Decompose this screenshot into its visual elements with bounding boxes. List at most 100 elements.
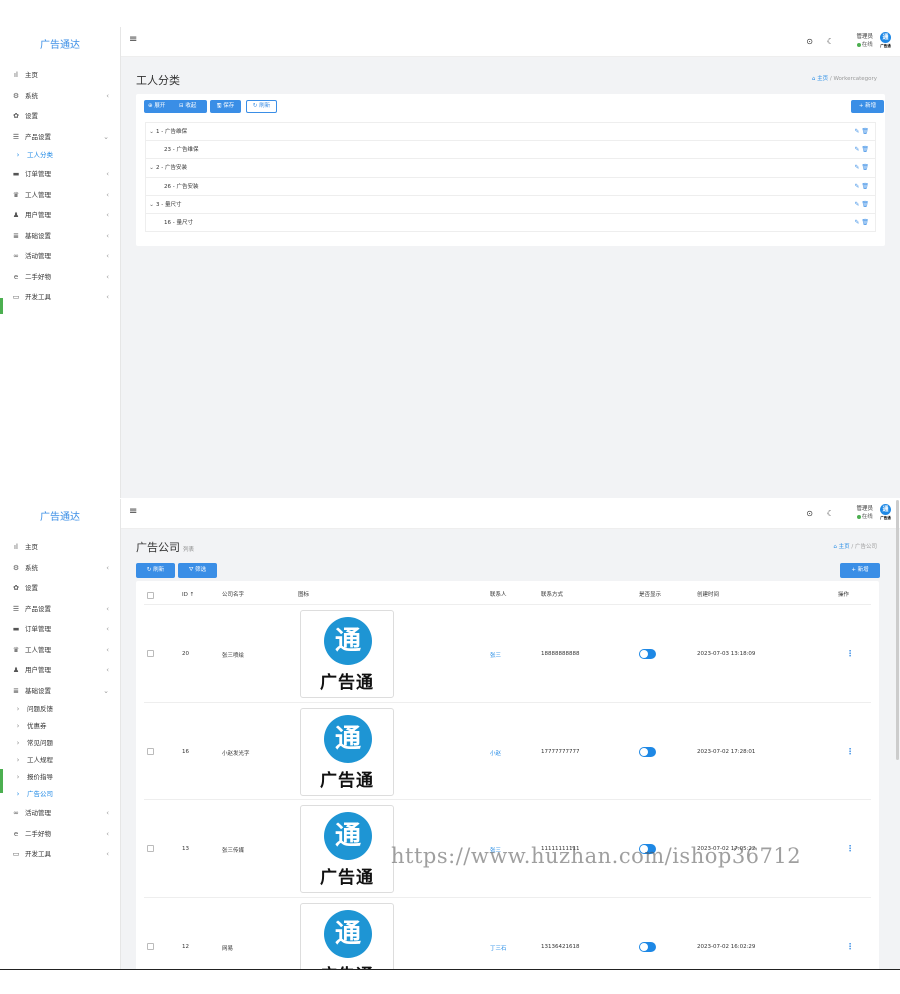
row-actions-icon[interactable]: ✎ 🗑 <box>854 178 869 196</box>
tree-row[interactable]: ⌄ 3 - 量尺寸 ✎ 🗑 <box>146 196 875 214</box>
tree-name: 量尺寸 <box>164 201 182 208</box>
show-toggle[interactable] <box>639 941 656 952</box>
menu-toggle-icon[interactable]: ≡ <box>129 34 137 45</box>
brand-title[interactable]: 广告通达 <box>0 27 120 65</box>
row-actions-icon[interactable]: ✎ 🗑 <box>854 214 869 232</box>
tree-row[interactable]: 23 - 广告维保 ✎ 🗑 <box>146 141 875 160</box>
sidebar-item-menu2-0[interactable]: ∞ 活动管理 ‹ <box>0 803 120 824</box>
row-actions-icon[interactable]: ✎ 🗑 <box>854 159 869 177</box>
menu-icon: e <box>13 829 19 838</box>
expand-toggle-icon[interactable]: ⌄ <box>147 159 156 177</box>
menu-icon: ıl <box>14 71 18 79</box>
help-icon[interactable]: ⊙ <box>806 37 813 46</box>
brand-title[interactable]: 广告通达 <box>0 499 120 537</box>
sidebar-item-menu2-6[interactable]: ▭ 开发工具 ‹ <box>0 287 120 308</box>
menu-icon: ▭ <box>12 293 20 301</box>
sidebar-item-menu2-4[interactable]: ∞ 活动管理 ‹ <box>0 246 120 267</box>
more-actions-icon[interactable]: ⋮ <box>846 747 854 756</box>
tree-row[interactable]: 16 - 量尺寸 ✎ 🗑 <box>146 214 875 233</box>
sidebar-item-menu-4[interactable]: ▬ 订单管理 ‹ <box>0 619 120 640</box>
tree-row[interactable]: ⌄ 2 - 广告安装 ✎ 🗑 <box>146 159 875 178</box>
expand-toggle-icon[interactable]: ⌄ <box>147 123 156 141</box>
sidebar-item-menu-0[interactable]: ıl 主页 <box>0 65 120 86</box>
logo-text: 广告通 <box>320 770 374 791</box>
expand-button[interactable]: ⊕ 展开 <box>148 100 165 113</box>
avatar[interactable]: 通 广告通 <box>878 32 893 51</box>
user-info[interactable]: 管理员 在线 <box>856 33 873 49</box>
avatar[interactable]: 通 广告通 <box>878 504 893 523</box>
chevron-icon: ‹ <box>106 666 109 674</box>
sidebar-item-menu2-5[interactable]: e 二手好物 ‹ <box>0 267 120 288</box>
cell-phone: 17777777777 <box>541 748 580 755</box>
sidebar-item-menu-1[interactable]: ⚙ 系统 ‹ <box>0 86 120 107</box>
sidebar-item-menu-7[interactable]: ≣ 基础设置 ⌄ <box>0 681 120 702</box>
row-actions-icon[interactable]: ✎ 🗑 <box>854 123 869 141</box>
chevron-icon: ‹ <box>106 563 109 572</box>
submenu-item-3[interactable]: › 工人规程 <box>0 752 120 769</box>
sidebar-item-menu-5[interactable]: ♛ 工人管理 ‹ <box>0 640 120 661</box>
show-toggle[interactable] <box>639 746 656 757</box>
add-button[interactable]: + 新增 <box>840 563 880 578</box>
sidebar-item-menu-3[interactable]: ☰ 产品设置 ⌄ <box>0 127 120 148</box>
sidebar-item-menu2-1[interactable]: e 二手好物 ‹ <box>0 824 120 845</box>
sidebar-item-menu-2[interactable]: ✿ 设置 <box>0 106 120 127</box>
refresh-button[interactable]: ↻ 刷新 <box>246 100 277 113</box>
sidebar-item-menu-2[interactable]: ✿ 设置 <box>0 578 120 599</box>
select-all-checkbox[interactable] <box>147 592 154 599</box>
save-button[interactable]: 🖫 保存 <box>210 100 241 113</box>
submenu-item-0[interactable]: › 工人分类 <box>0 147 120 164</box>
sidebar-item-label: 二手好物 <box>25 272 51 281</box>
row-checkbox[interactable] <box>147 747 154 755</box>
cell-created: 2023-07-02 16:02:29 <box>697 943 756 950</box>
submenu-item-4[interactable]: › 报价指导 <box>0 769 120 786</box>
sidebar-item-menu2-2[interactable]: ▭ 开发工具 ‹ <box>0 844 120 865</box>
sidebar-item-menu-1[interactable]: ⚙ 系统 ‹ <box>0 558 120 579</box>
sidebar-item-label: 开发工具 <box>25 850 51 858</box>
submenu-item-5[interactable]: › 广告公司 <box>0 786 120 803</box>
collapse-button[interactable]: ⊟ 收起 <box>179 100 196 113</box>
table-row: 16 小赵发光字 小赵 17777777777 2023-07-02 17:28:01 通… <box>144 701 871 800</box>
sidebar-item-menu-6[interactable]: ♟ 用户管理 ‹ <box>0 660 120 681</box>
row-checkbox[interactable] <box>147 942 154 950</box>
breadcrumb-home[interactable]: ⌂ 主页 <box>833 544 849 550</box>
sidebar-item-menu2-3[interactable]: ≣ 基础设置 ‹ <box>0 226 120 247</box>
submenu-item-0[interactable]: › 问题反馈 <box>0 701 120 718</box>
sidebar-item-menu2-1[interactable]: ♛ 工人管理 ‹ <box>0 185 120 206</box>
tree-row[interactable]: ⌄ 1 - 广告维保 ✎ 🗑 <box>146 123 875 142</box>
scrollbar[interactable] <box>896 500 899 760</box>
add-button[interactable]: + 新增 <box>851 100 884 113</box>
tree-row[interactable]: 26 - 广告安装 ✎ 🗑 <box>146 178 875 196</box>
show-toggle[interactable] <box>639 649 656 659</box>
row-actions-icon[interactable]: ✎ 🗑 <box>854 141 869 159</box>
refresh-button[interactable]: ↻ 刷新 <box>136 563 175 578</box>
user-info[interactable]: 管理员 在线 <box>856 505 873 521</box>
breadcrumb-home[interactable]: ⌂ 主页 <box>812 76 828 82</box>
logo-icon: 通 <box>324 714 372 763</box>
sidebar: 广告通达 ıl 主页 ⚙ 系统 ‹ ✿ 设置 ☰ 产品设置 ‹ ▬ 订单管理 ‹ ♛ 工人管理 ‹ ♟ 用户管理 ‹… <box>0 499 121 970</box>
sidebar-item-menu2-0[interactable]: ▬ 订单管理 ‹ <box>0 164 120 185</box>
row-checkbox[interactable] <box>147 650 154 657</box>
sidebar-item-menu-0[interactable]: ıl 主页 <box>0 537 120 558</box>
filter-button[interactable]: ⛛ 筛选 <box>178 563 217 578</box>
more-actions-icon[interactable]: ⋮ <box>846 942 854 951</box>
submenu-item-1[interactable]: › 优惠券 <box>0 718 120 735</box>
col-id[interactable]: ID ↑ <box>182 587 194 604</box>
cell-name: 张三传媒 <box>222 848 245 854</box>
status-indicator <box>0 769 3 793</box>
sidebar-item-menu2-2[interactable]: ♟ 用户管理 ‹ <box>0 205 120 226</box>
theme-icon[interactable]: ☾ <box>827 509 834 518</box>
theme-icon[interactable]: ☾ <box>827 37 834 46</box>
submenu-item-label: 工人分类 <box>27 151 53 159</box>
row-actions-icon[interactable]: ✎ 🗑 <box>854 196 869 214</box>
menu-toggle-icon[interactable]: ≡ <box>129 506 137 517</box>
page-title: 工人分类 <box>136 74 180 87</box>
row-checkbox[interactable] <box>147 845 154 852</box>
tree-name: 广告安装 <box>164 165 187 172</box>
submenu-item-2[interactable]: › 常见问题 <box>0 735 120 752</box>
more-actions-icon[interactable]: ⋮ <box>846 844 854 853</box>
more-actions-icon[interactable]: ⋮ <box>846 649 854 658</box>
expand-toggle-icon[interactable]: ⌄ <box>147 196 156 214</box>
sidebar: 广告通达 ıl 主页 ⚙ 系统 ‹ ✿ 设置 ☰ 产品设置 ⌄ › 工人分类 ▬ 订单管理 ‹ ♛ 工人管理 ‹ ♟… <box>0 27 121 498</box>
sidebar-item-menu-3[interactable]: ☰ 产品设置 ‹ <box>0 599 120 620</box>
help-icon[interactable]: ⊙ <box>806 509 813 518</box>
